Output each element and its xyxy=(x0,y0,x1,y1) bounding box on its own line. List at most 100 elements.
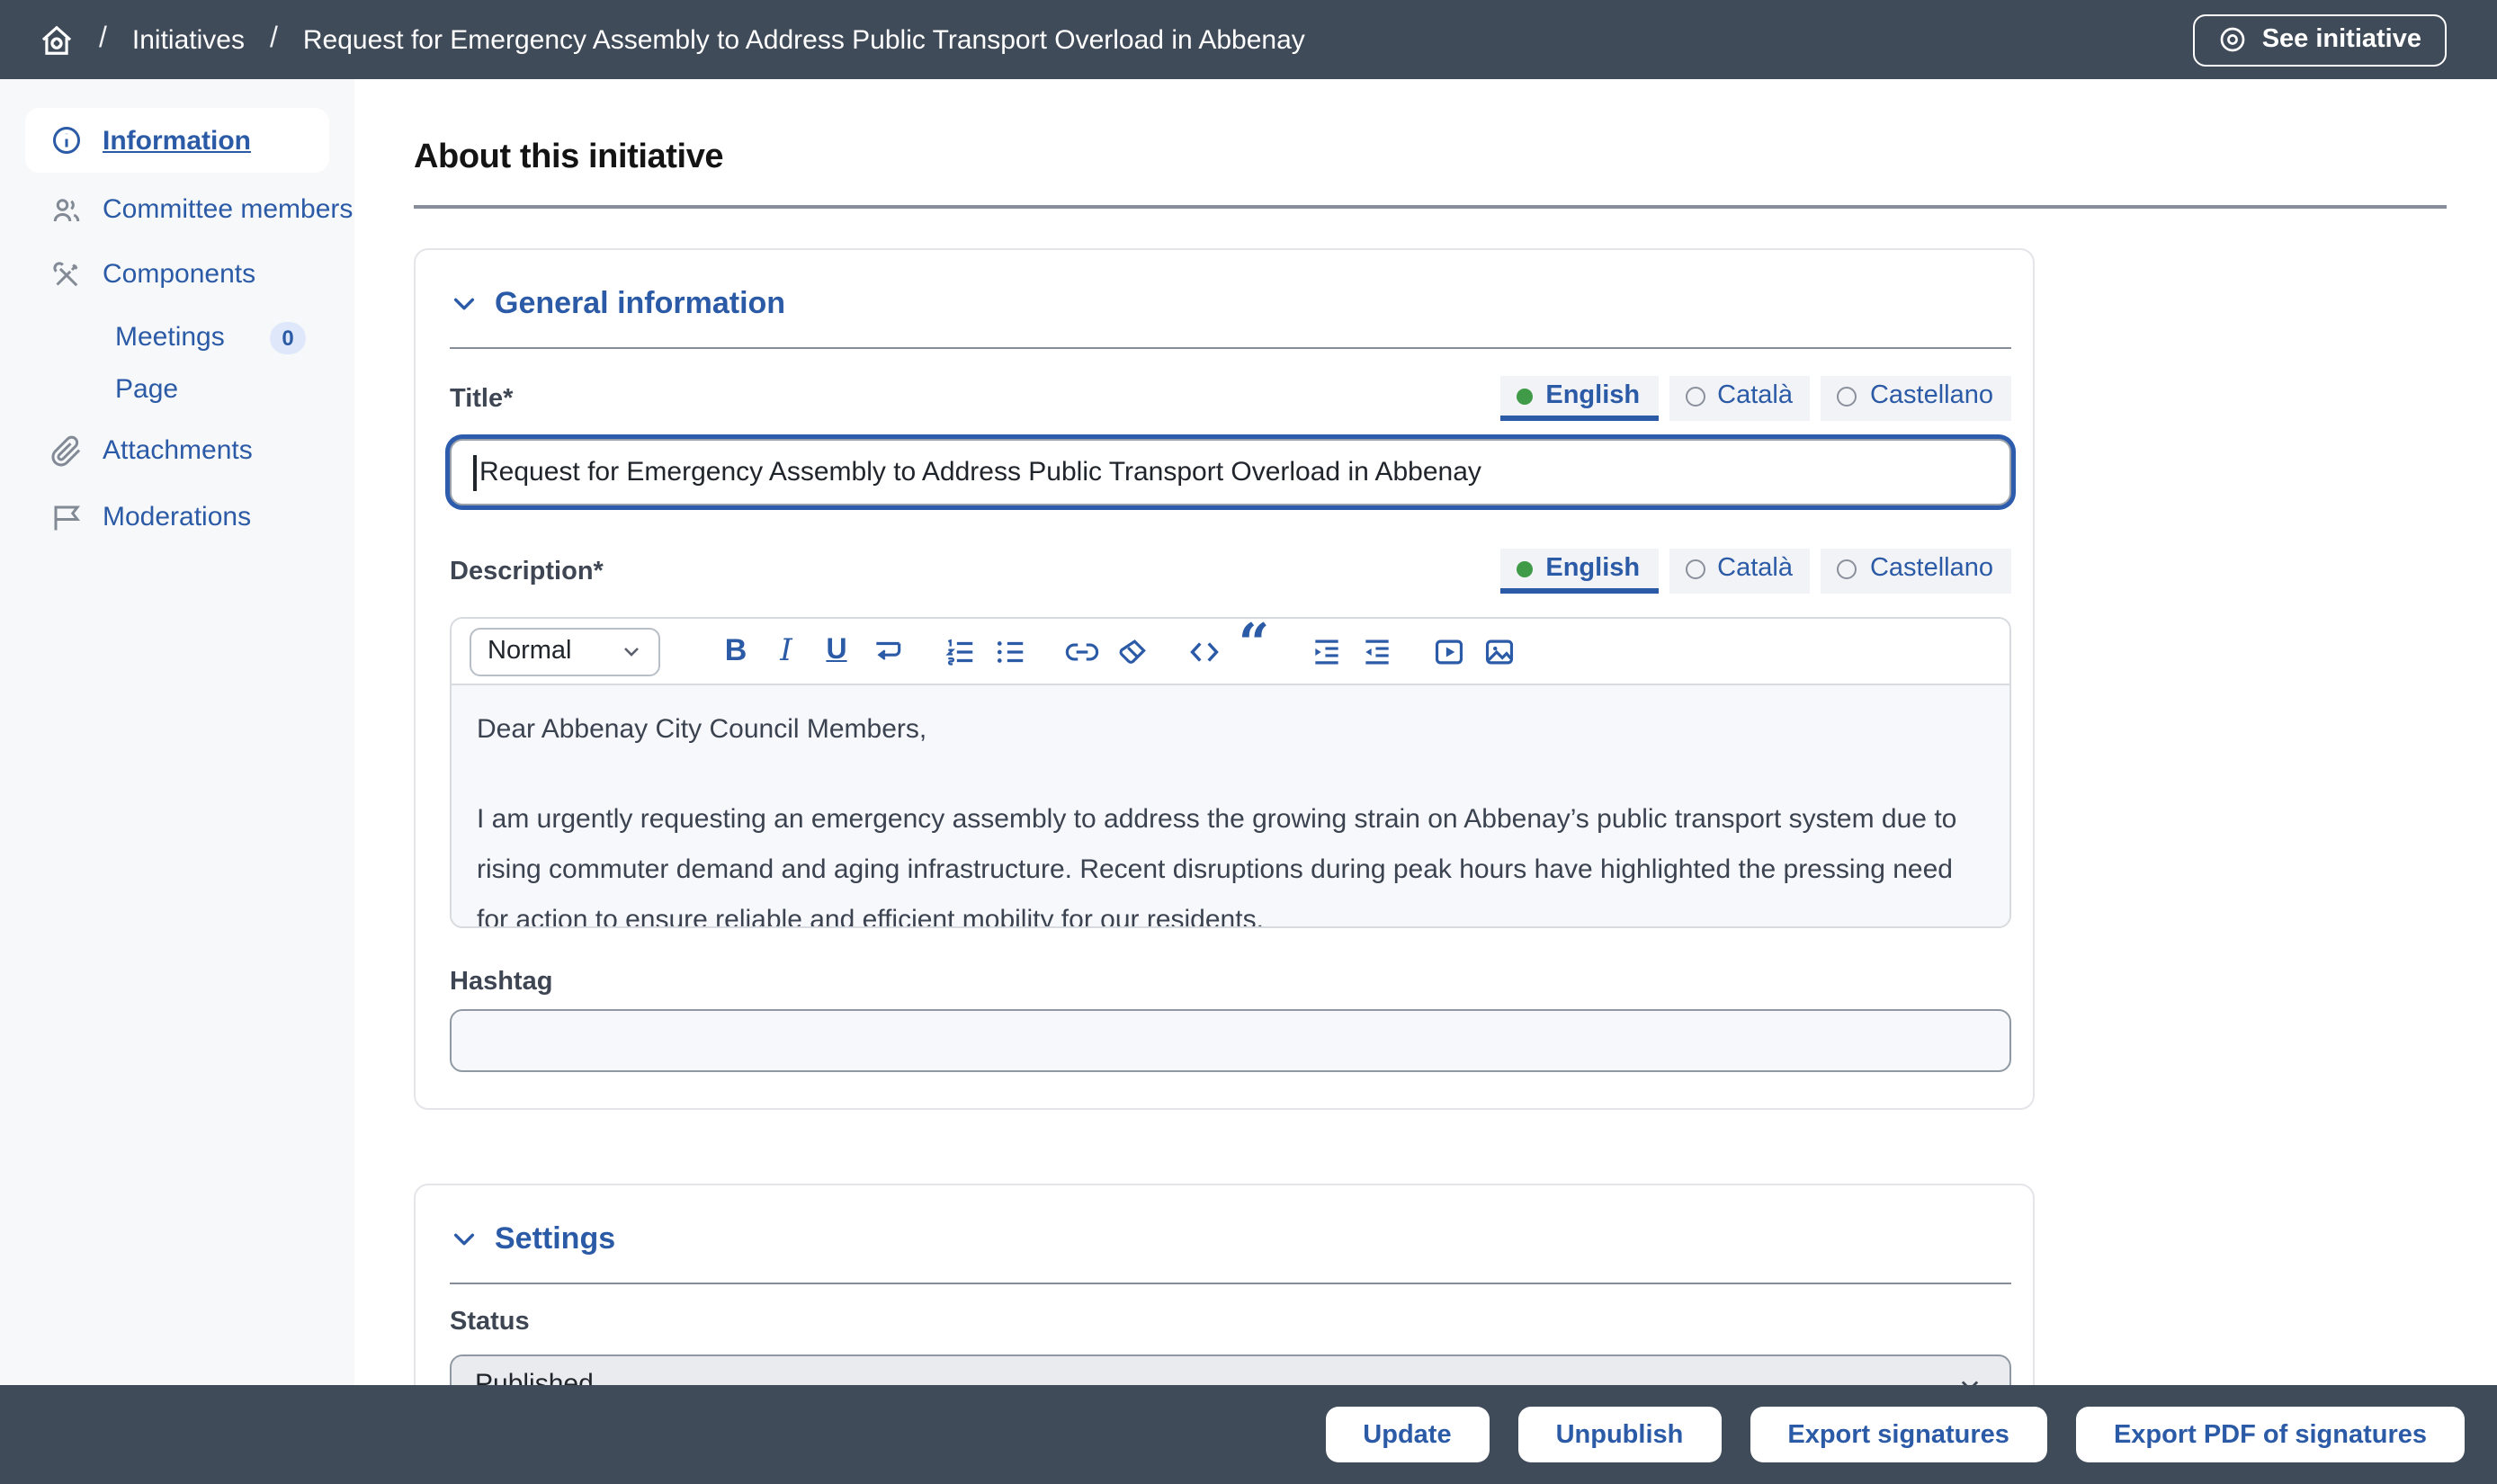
description-paragraph: Dear Abbenay City Council Members, xyxy=(477,705,1984,755)
editor-toolbar: Normal B I U xyxy=(452,619,2009,685)
language-tab-catala[interactable]: Català xyxy=(1669,549,1811,594)
people-icon xyxy=(50,193,83,226)
page-title-divider xyxy=(414,205,2447,209)
bold-icon[interactable]: B xyxy=(711,626,761,676)
general-information-card: General information Title* English Catal… xyxy=(414,248,2035,1110)
sidebar-item-label: Components xyxy=(103,259,255,290)
filled-radio-icon xyxy=(1517,560,1533,577)
hashtag-input[interactable] xyxy=(450,1009,2011,1072)
language-tab-label: Castellano xyxy=(1870,381,1993,410)
language-tab-castellano[interactable]: Castellano xyxy=(1821,376,2011,421)
description-field-label: Description* xyxy=(450,557,604,586)
status-field-label: Status xyxy=(450,1308,530,1336)
sidebar-item-information[interactable]: Information xyxy=(25,108,329,173)
quote-icon[interactable]: “ xyxy=(1229,626,1279,676)
flag-icon xyxy=(50,501,83,533)
underline-icon[interactable]: U xyxy=(811,626,862,676)
breadcrumb-separator: / xyxy=(270,23,278,56)
empty-radio-icon xyxy=(1838,559,1857,578)
section-divider xyxy=(450,1283,2011,1284)
video-icon[interactable] xyxy=(1423,626,1473,676)
hashtag-field-label: Hashtag xyxy=(450,968,2011,997)
language-tab-castellano[interactable]: Castellano xyxy=(1821,549,2011,594)
sidebar-item-label: Moderations xyxy=(103,502,251,532)
language-tab-catala[interactable]: Català xyxy=(1669,376,1811,421)
language-tab-label: Català xyxy=(1717,381,1793,410)
settings-card: Settings Status Published xyxy=(414,1184,2035,1385)
info-icon xyxy=(50,124,83,156)
breadcrumb: / Initiatives / Request for Emergency As… xyxy=(40,22,1305,57)
language-tab-english[interactable]: English xyxy=(1500,376,1658,421)
language-tab-label: English xyxy=(1545,381,1640,410)
bottom-action-bar: Update Unpublish Export signatures Expor… xyxy=(0,1385,2497,1484)
main-content: About this initiative General informatio… xyxy=(354,79,2497,1385)
title-input-value: Request for Emergency Assembly to Addres… xyxy=(479,457,1481,487)
update-button[interactable]: Update xyxy=(1325,1407,1489,1462)
status-select-value: Published xyxy=(475,1369,594,1385)
section-title: General information xyxy=(495,286,785,322)
sidebar-item-label: Information xyxy=(103,125,251,156)
tools-icon xyxy=(50,258,83,291)
home-link[interactable] xyxy=(40,22,74,57)
description-paragraph: I am urgently requesting an emergency as… xyxy=(477,795,1984,926)
sidebar-item-components[interactable]: Components xyxy=(0,248,354,300)
eraser-icon[interactable] xyxy=(1106,626,1157,676)
section-title: Settings xyxy=(495,1221,615,1257)
language-tab-label: Castellano xyxy=(1870,554,1993,583)
paragraph-style-value: Normal xyxy=(488,637,571,666)
unpublish-button[interactable]: Unpublish xyxy=(1518,1407,1722,1462)
section-divider xyxy=(450,347,2011,349)
chevron-down-icon xyxy=(1957,1372,1982,1385)
title-input[interactable]: Request for Emergency Assembly to Addres… xyxy=(450,439,2011,505)
top-bar: / Initiatives / Request for Emergency As… xyxy=(0,0,2497,79)
link-icon[interactable] xyxy=(1056,626,1106,676)
description-rich-text-editor: Normal B I U xyxy=(450,617,2011,928)
title-field-label: Title* xyxy=(450,384,513,413)
bullet-list-icon[interactable] xyxy=(984,626,1034,676)
indent-decrease-icon[interactable] xyxy=(1351,626,1401,676)
status-select[interactable]: Published xyxy=(450,1354,2011,1385)
language-tab-label: Català xyxy=(1717,554,1793,583)
breadcrumb-initiatives-link[interactable]: Initiatives xyxy=(132,24,245,55)
chevron-down-icon xyxy=(450,290,479,318)
see-initiative-label: See initiative xyxy=(2262,25,2421,54)
export-pdf-signatures-button[interactable]: Export PDF of signatures xyxy=(2076,1407,2465,1462)
code-icon[interactable] xyxy=(1178,626,1229,676)
meetings-count-badge: 0 xyxy=(270,321,306,353)
empty-radio-icon xyxy=(1685,386,1705,406)
chevron-down-icon xyxy=(450,1225,479,1254)
language-tab-label: English xyxy=(1545,554,1640,583)
title-language-tabs: English Català Castellano xyxy=(1500,376,2011,421)
italic-icon[interactable]: I xyxy=(761,626,811,676)
ordered-list-icon[interactable] xyxy=(934,626,984,676)
filled-radio-icon xyxy=(1517,388,1533,404)
sidebar-item-label: Committee members xyxy=(103,194,353,225)
text-caret xyxy=(473,454,476,490)
empty-radio-icon xyxy=(1685,559,1705,578)
breadcrumb-current-page: Request for Emergency Assembly to Addres… xyxy=(303,24,1305,55)
sidebar-item-committee-members[interactable]: Committee members xyxy=(0,183,354,236)
indent-increase-icon[interactable] xyxy=(1301,626,1351,676)
sidebar-item-meetings[interactable]: Meetings 0 xyxy=(0,311,354,363)
description-editor-content[interactable]: Dear Abbenay City Council Members, I am … xyxy=(452,685,2009,926)
sidebar-item-page[interactable]: Page xyxy=(0,363,354,416)
sidebar-item-label: Meetings xyxy=(115,322,225,353)
sidebar-item-label: Attachments xyxy=(103,435,253,466)
language-tab-english[interactable]: English xyxy=(1500,549,1658,594)
settings-section-toggle[interactable]: Settings xyxy=(450,1221,2011,1257)
paragraph-style-select[interactable]: Normal xyxy=(470,627,660,675)
export-signatures-button[interactable]: Export signatures xyxy=(1750,1407,2047,1462)
line-break-icon[interactable] xyxy=(862,626,912,676)
home-icon xyxy=(40,22,74,57)
sidebar-item-label: Page xyxy=(115,374,178,405)
sidebar: Information Committee members Components… xyxy=(0,79,354,1385)
description-language-tabs: English Català Castellano xyxy=(1500,549,2011,594)
sidebar-item-attachments[interactable]: Attachments xyxy=(0,425,354,477)
general-information-section-toggle[interactable]: General information xyxy=(450,286,2011,322)
page-title: About this initiative xyxy=(414,139,2447,178)
sidebar-item-moderations[interactable]: Moderations xyxy=(0,491,354,543)
see-initiative-button[interactable]: See initiative xyxy=(2194,13,2447,66)
chevron-down-icon xyxy=(621,640,642,662)
paperclip-icon xyxy=(50,434,83,467)
image-icon[interactable] xyxy=(1473,626,1524,676)
